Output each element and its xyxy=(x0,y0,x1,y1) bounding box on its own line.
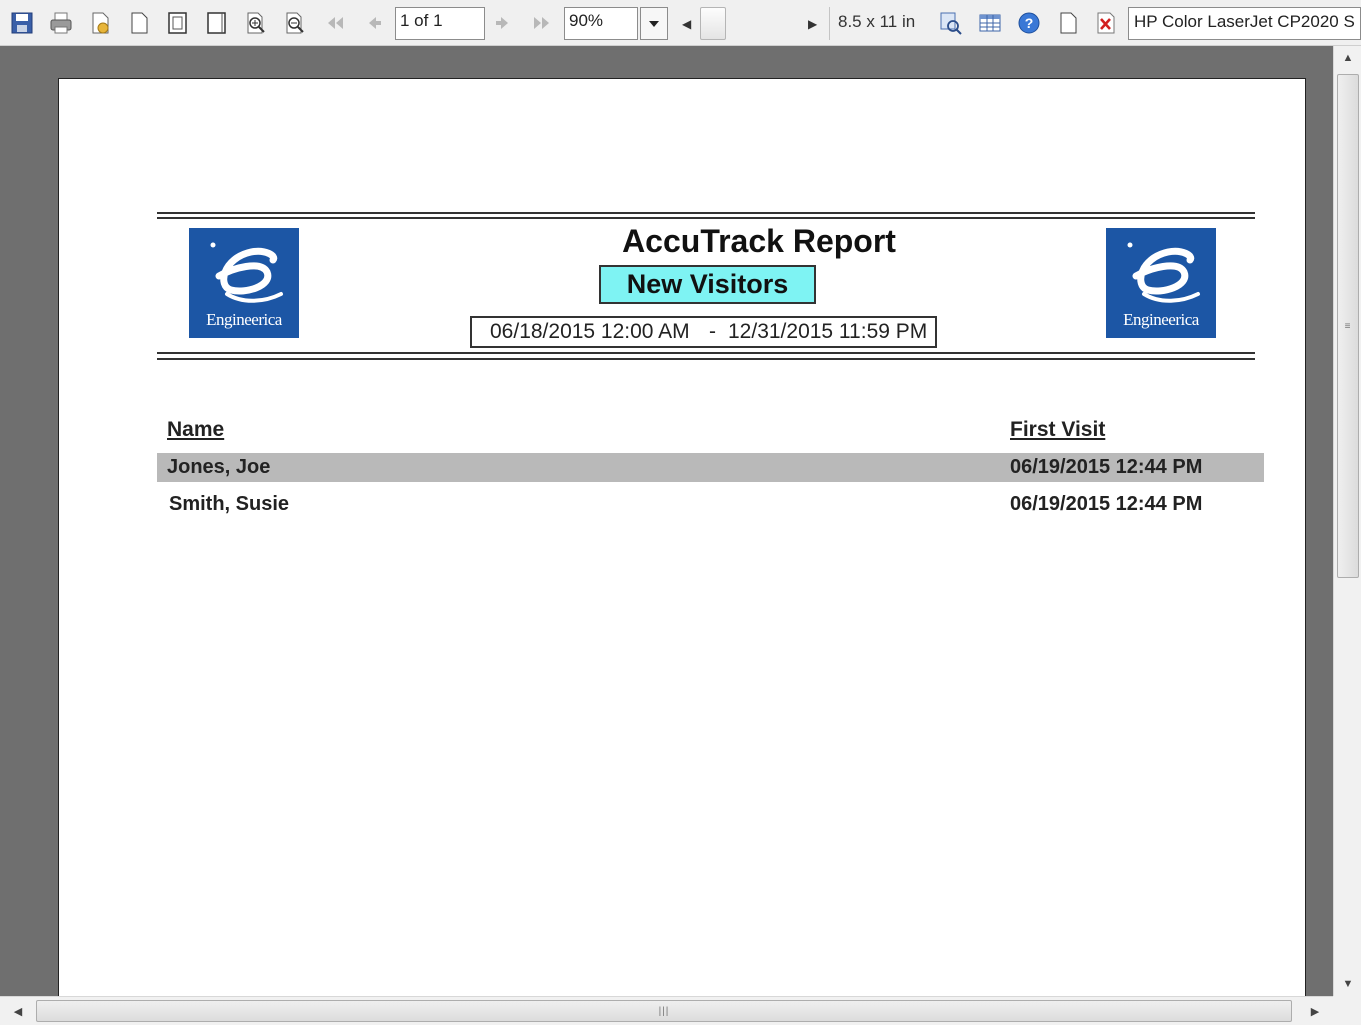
slider-right-arrow-icon[interactable]: ▶ xyxy=(808,17,817,31)
printer-select[interactable]: HP Color LaserJet CP2020 S xyxy=(1128,7,1361,40)
row-first-visit: 06/19/2015 12:44 PM xyxy=(1010,493,1203,515)
report-title: AccuTrack Report xyxy=(622,223,896,259)
column-header-first-visit: First Visit xyxy=(1010,418,1106,441)
scroll-left-arrow-icon[interactable]: ◀ xyxy=(4,997,32,1025)
help-button[interactable]: ? xyxy=(1015,9,1043,37)
report-subtitle: New Visitors xyxy=(599,265,816,304)
two-page-button[interactable] xyxy=(164,9,192,37)
two-page-icon xyxy=(168,12,187,34)
zoom-out-icon xyxy=(286,12,304,34)
header-rule-bottom xyxy=(157,352,1255,354)
page-setup-icon xyxy=(92,12,109,34)
find-button[interactable] xyxy=(937,9,965,37)
logo-left-text: Engineerica xyxy=(206,310,282,329)
last-page-icon xyxy=(534,17,549,29)
logo-right-text: Engineerica xyxy=(1123,310,1199,329)
first-page-icon xyxy=(328,17,343,29)
last-page-button[interactable] xyxy=(529,9,557,37)
next-page-icon xyxy=(496,17,508,29)
zoom-dropdown-button[interactable] xyxy=(640,7,668,40)
row-name: Smith, Susie xyxy=(169,493,290,515)
header-rule-top xyxy=(157,212,1255,214)
header-rule-top-inner xyxy=(157,217,1255,219)
multi-page-icon xyxy=(207,12,226,34)
column-header-name: Name xyxy=(167,418,225,441)
svg-text:?: ? xyxy=(1025,15,1034,31)
date-range-box: 06/18/2015 12:00 AM - 12/31/2015 11:59 P… xyxy=(470,316,937,348)
header-rule-bottom-inner xyxy=(157,358,1255,360)
horizontal-scroll-thumb[interactable]: ||| xyxy=(36,1000,1292,1022)
save-button[interactable] xyxy=(8,9,36,37)
prev-page-button[interactable] xyxy=(359,9,387,37)
export-grid-button[interactable] xyxy=(976,9,1004,37)
first-page-button[interactable] xyxy=(320,9,348,37)
horizontal-scrollbar[interactable]: ◀ ||| ▶ xyxy=(0,996,1333,1025)
find-icon xyxy=(940,12,962,35)
scroll-up-arrow-icon[interactable]: ▲ xyxy=(1334,46,1361,70)
page-number-input[interactable]: 1 of 1 xyxy=(395,7,485,40)
paper-size-label: 8.5 x 11 in xyxy=(838,12,916,31)
preview-toolbar: 1 of 1 90% ◀ ▶ 8.5 x 11 in ? HP Color La… xyxy=(0,0,1361,46)
toolbar-separator xyxy=(829,7,830,40)
grip-icon: ||| xyxy=(658,1005,670,1017)
slider-left-arrow-icon[interactable]: ◀ xyxy=(682,17,691,31)
logo-left: Engineerica xyxy=(189,228,299,338)
multi-page-button[interactable] xyxy=(203,9,231,37)
next-page-button[interactable] xyxy=(490,9,518,37)
blank-page-icon xyxy=(1060,12,1077,34)
zoom-slider[interactable]: ◀ ▶ xyxy=(676,7,824,40)
page-setup-button[interactable] xyxy=(86,9,114,37)
export-grid-icon xyxy=(979,14,1001,32)
single-page-button[interactable] xyxy=(125,9,153,37)
report-page: Engineerica AccuTrack Report New Visitor… xyxy=(58,78,1306,996)
close-icon xyxy=(1097,12,1115,34)
scroll-right-arrow-icon[interactable]: ▶ xyxy=(1301,997,1329,1025)
date-to: 12/31/2015 11:59 PM xyxy=(728,320,928,343)
zoom-slider-thumb[interactable] xyxy=(700,7,726,40)
close-button[interactable] xyxy=(1092,9,1120,37)
vertical-scroll-thumb[interactable]: ≡ xyxy=(1337,74,1359,578)
save-icon xyxy=(11,12,33,34)
table-row: Smith, Susie 06/19/2015 12:44 PM xyxy=(157,490,1264,519)
row-first-visit: 06/19/2015 12:44 PM xyxy=(1010,456,1203,478)
table-row: Jones, Joe 06/19/2015 12:44 PM xyxy=(157,453,1264,482)
scrollbar-corner xyxy=(1333,996,1361,1025)
blank-page-button[interactable] xyxy=(1054,9,1082,37)
logo-right: Engineerica xyxy=(1106,228,1216,338)
date-separator: - xyxy=(709,320,716,343)
preview-viewport: Engineerica AccuTrack Report New Visitor… xyxy=(0,46,1333,996)
help-icon: ? xyxy=(1018,12,1040,34)
zoom-dropdown-icon xyxy=(649,20,659,27)
zoom-in-icon xyxy=(247,12,265,34)
zoom-in-button[interactable] xyxy=(242,9,270,37)
vertical-scrollbar[interactable]: ▲ ≡ ▼ xyxy=(1333,46,1361,996)
row-name: Jones, Joe xyxy=(167,456,271,478)
prev-page-icon xyxy=(369,17,381,29)
zoom-out-button[interactable] xyxy=(281,9,309,37)
date-from: 06/18/2015 12:00 AM xyxy=(490,320,690,343)
print-button[interactable] xyxy=(47,9,75,37)
scroll-down-arrow-icon[interactable]: ▼ xyxy=(1334,972,1361,996)
zoom-input[interactable]: 90% xyxy=(564,7,638,40)
single-page-icon xyxy=(131,12,148,34)
grip-icon: ≡ xyxy=(1344,320,1352,332)
print-icon xyxy=(50,12,72,34)
